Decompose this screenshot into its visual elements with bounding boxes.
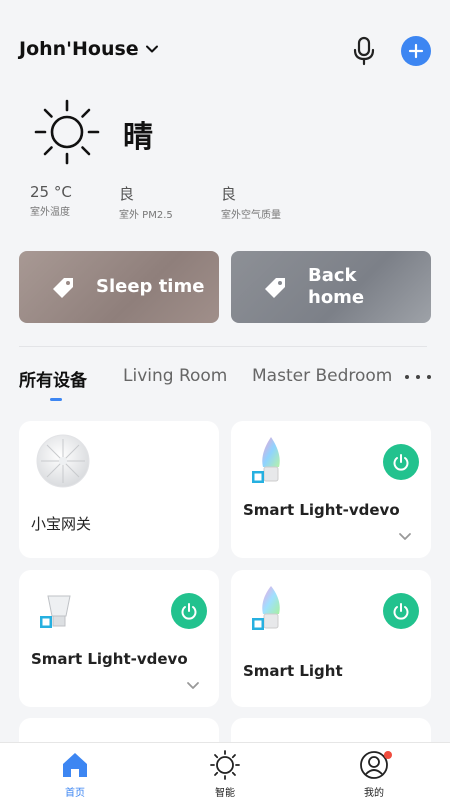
air-quality-label: 室外空气质量	[221, 210, 281, 221]
plus-icon	[408, 43, 424, 59]
nav-label: 我的	[364, 788, 384, 799]
power-icon	[181, 603, 197, 620]
bottom-navigation: 首页 智能 我的	[0, 742, 450, 800]
device-name: Smart Light-vdevo	[31, 650, 188, 668]
dot	[427, 375, 431, 379]
tab-master-bedroom[interactable]: Master Bedroom	[252, 366, 392, 386]
room-tabs: 所有设备 Living Room Master Bedroom	[19, 366, 431, 402]
outdoor-temperature: 25 °C 室外温度	[30, 183, 72, 218]
scene-label: Sleep time	[96, 276, 205, 297]
dot	[416, 375, 420, 379]
chevron-down-icon[interactable]	[398, 532, 412, 542]
tab-all-devices[interactable]: 所有设备	[19, 366, 87, 391]
house-name: John'House	[19, 38, 139, 60]
power-toggle-button[interactable]	[383, 593, 419, 629]
outdoor-air-quality: 良 室外空气质量	[221, 183, 281, 221]
power-icon	[393, 454, 409, 471]
smart-sun-icon	[210, 750, 240, 780]
candle-bulb-icon	[252, 586, 280, 630]
scene-sleep-time-button[interactable]: Sleep time	[19, 251, 219, 323]
nav-label: 首页	[65, 788, 85, 799]
power-toggle-button[interactable]	[383, 444, 419, 480]
active-tab-indicator	[50, 398, 62, 401]
device-card-gateway[interactable]: 小宝网关	[19, 421, 219, 558]
temperature-value: 25 °C	[30, 183, 72, 201]
weather-condition: 晴	[123, 120, 153, 155]
chevron-down-icon[interactable]	[186, 681, 200, 691]
device-name: Smart Light-vdevo	[243, 501, 400, 519]
nav-label: 智能	[215, 788, 235, 799]
power-toggle-button[interactable]	[171, 593, 207, 629]
pm25-value: 良	[119, 185, 135, 203]
tag-icon	[265, 278, 285, 298]
device-name: 小宝网关	[31, 515, 92, 533]
candle-bulb-icon	[252, 437, 280, 483]
air-quality-value: 良	[221, 185, 237, 203]
scene-back-home-button[interactable]: Back home	[231, 251, 431, 323]
more-dots-icon[interactable]	[405, 366, 431, 388]
scene-shortcuts: Sleep time Back home	[19, 251, 431, 323]
outdoor-pm25: 良 室外 PM2.5	[119, 183, 173, 221]
scene-label-line2: home	[308, 287, 365, 308]
house-selector[interactable]: John'House	[19, 38, 159, 60]
chevron-down-icon	[145, 45, 158, 53]
home-icon	[63, 753, 87, 777]
temperature-label: 室外温度	[30, 207, 70, 218]
device-card-smart-light-3[interactable]: Smart Light	[231, 570, 431, 707]
nav-profile[interactable]: 我的	[334, 749, 414, 799]
weather-panel: 晴 25 °C 室外温度 良 室外 PM2.5 良 室外空气质量	[0, 95, 450, 225]
add-device-button[interactable]	[401, 36, 431, 66]
power-icon	[393, 603, 409, 620]
tag-icon	[53, 278, 73, 298]
microphone-icon[interactable]	[350, 36, 378, 66]
spot-bulb-icon	[40, 595, 71, 628]
top-header: John'House	[0, 0, 450, 100]
section-divider	[19, 346, 427, 347]
device-card-smart-light-1[interactable]: Smart Light-vdevo	[231, 421, 431, 558]
scene-label-line1: Back	[308, 265, 357, 286]
device-name: Smart Light	[243, 662, 343, 680]
device-card-smart-light-2[interactable]: Smart Light-vdevo	[19, 570, 219, 707]
gateway-icon	[36, 434, 90, 488]
nav-home[interactable]: 首页	[35, 749, 115, 799]
pm25-label: 室外 PM2.5	[119, 210, 173, 221]
notification-badge	[384, 751, 392, 759]
scene-label: Back home	[308, 265, 364, 309]
nav-smart[interactable]: 智能	[185, 749, 265, 799]
dot	[405, 375, 409, 379]
sun-icon	[34, 99, 100, 165]
tab-living-room[interactable]: Living Room	[123, 366, 227, 386]
